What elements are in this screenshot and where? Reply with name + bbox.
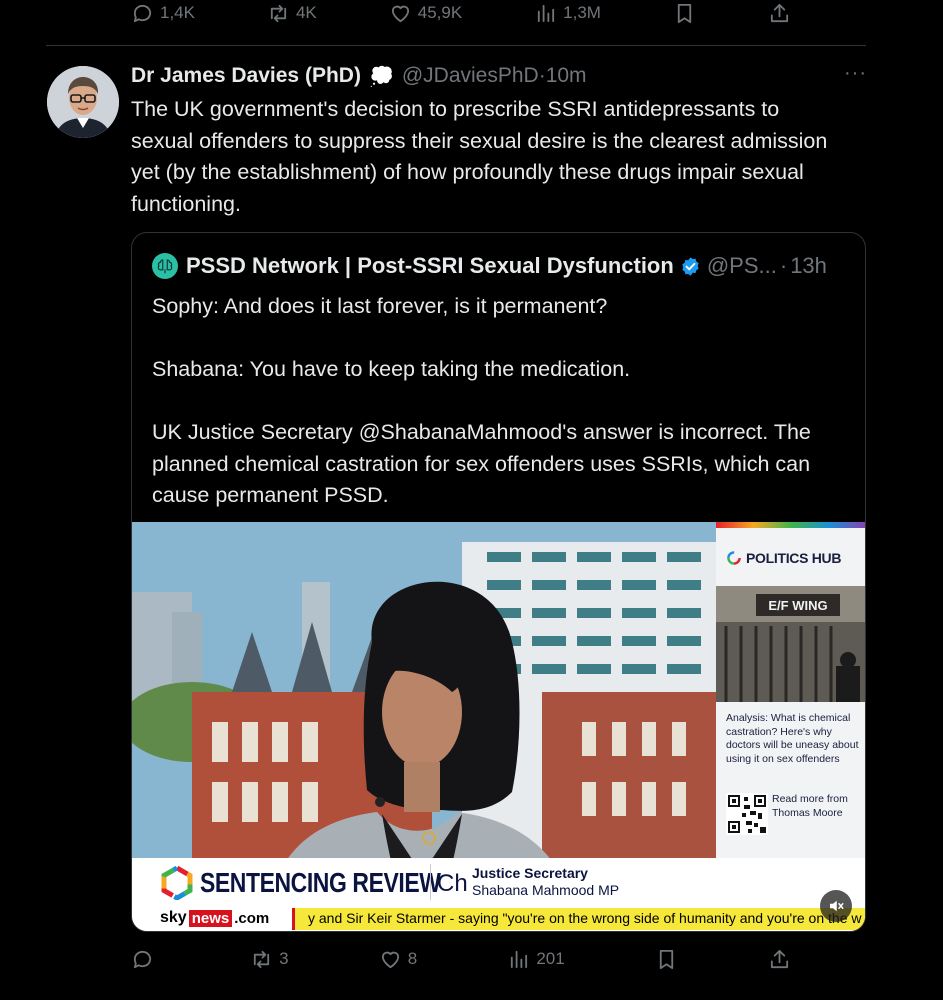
views-count: 201 <box>536 949 565 968</box>
quote-paragraph: Shabana: You have to keep taking the med… <box>152 357 631 381</box>
quote-text: Sophy: And does it last forever, is it p… <box>152 291 852 512</box>
person-role: Justice Secretary <box>472 865 588 881</box>
quote-handle: @PS... <box>706 253 777 278</box>
quote-author-name: PSSD Network | Post-SSRI Sexual Dysfunct… <box>186 253 674 278</box>
sign-text: E/F WING <box>768 598 827 613</box>
like-button[interactable]: 8 <box>379 948 417 971</box>
analysis-text: Analysis: What is chemical castration? H… <box>726 712 859 765</box>
quote-avatar[interactable] <box>152 253 178 279</box>
like-count: 8 <box>407 949 418 968</box>
views-button[interactable]: 201 <box>507 948 565 971</box>
quote-paragraph: UK Justice Secretary @ShabanaMahmood's a… <box>152 420 811 507</box>
thought-bubble-icon: 💭 <box>368 65 394 88</box>
politics-hub-panel: POLITICS HUB E/F WING Analysis: What is … <box>716 522 865 858</box>
lower-third-title: SENTENCING REVIEW <box>200 867 441 898</box>
prison-wing-image: E/F WING <box>716 586 865 702</box>
share-icon <box>770 3 789 22</box>
reply-count: 1,4K <box>160 3 195 22</box>
reply-icon <box>133 4 152 22</box>
tweet-actions: 3 8 201 <box>131 944 791 974</box>
retweet-button[interactable]: 4K <box>267 2 317 25</box>
quote-header: PSSD Network | Post-SSRI Sexual Dysfunct… <box>152 253 827 279</box>
ticker-text: y and Sir Keir Starmer - saying "you're … <box>308 910 862 926</box>
reply-button[interactable] <box>131 948 160 971</box>
sky-news-logo: sky news .com <box>160 909 269 927</box>
quoted-tweet[interactable]: PSSD Network | Post-SSRI Sexual Dysfunct… <box>131 232 866 932</box>
sentencing-review-logo-icon <box>161 866 193 900</box>
qr-code-icon <box>726 793 768 835</box>
author-avatar[interactable] <box>47 66 119 138</box>
quote-separator: · <box>779 253 788 278</box>
speaker-muted-icon <box>830 900 844 912</box>
retweet-count: 3 <box>279 949 289 968</box>
previous-tweet-actions: 1,4K 4K 45,9K 1,3M <box>131 0 791 26</box>
politics-hub-label: POLITICS HUB <box>746 550 842 566</box>
verified-badge-icon <box>682 256 699 276</box>
retweet-icon <box>254 950 270 968</box>
dotcom-label: .com <box>234 909 270 927</box>
tweet-time[interactable]: 10m <box>546 64 587 88</box>
reply-button[interactable]: 1,4K <box>131 2 195 25</box>
like-count: 45,9K <box>417 3 463 22</box>
politics-hub-logo: POLITICS HUB <box>716 528 865 566</box>
read-more-text: Read more from Thomas Moore <box>772 793 848 819</box>
retweet-count: 4K <box>295 3 317 22</box>
bookmark-button[interactable] <box>673 2 696 25</box>
tweet-divider <box>46 45 866 46</box>
tweet-header: Dr James Davies (PhD) 💭 @JDaviesPhD · 10… <box>131 61 587 91</box>
news-label: news <box>188 909 233 927</box>
retweet-button[interactable]: 3 <box>250 948 289 971</box>
reply-icon <box>133 950 152 968</box>
share-button[interactable] <box>768 2 791 25</box>
sky-label: sky <box>160 909 187 926</box>
author-name[interactable]: Dr James Davies (PhD) <box>131 64 361 88</box>
views-icon <box>511 950 528 968</box>
bookmark-icon <box>677 3 692 23</box>
video-player[interactable]: POLITICS HUB E/F WING Analysis: What is … <box>132 522 865 931</box>
politics-hub-icon <box>727 551 741 565</box>
like-button[interactable]: 45,9K <box>389 2 462 25</box>
news-ticker: sky news .com y and Sir Keir Starmer - s… <box>132 906 865 931</box>
heart-icon <box>391 5 409 22</box>
ticker-bar: y and Sir Keir Starmer - saying "you're … <box>292 908 865 930</box>
lower-third-cut-text: Ch <box>437 870 468 897</box>
lower-third-divider <box>430 864 431 900</box>
views-count: 1,3M <box>563 3 601 22</box>
bookmark-button[interactable] <box>655 948 678 971</box>
share-icon <box>770 949 789 968</box>
brain-icon <box>157 259 173 274</box>
share-button[interactable] <box>768 948 791 971</box>
tweet-text: The UK government's decision to prescrib… <box>131 97 828 216</box>
person-name: Shabana Mahmood MP <box>472 882 620 898</box>
author-handle[interactable]: @JDaviesPhD <box>402 64 539 88</box>
views-icon <box>538 4 555 22</box>
heart-icon <box>381 951 399 968</box>
bookmark-icon <box>659 949 673 969</box>
mute-button[interactable] <box>820 890 852 922</box>
separator: · <box>538 64 546 87</box>
views-button[interactable]: 1,3M <box>534 2 601 25</box>
retweet-icon <box>270 4 287 22</box>
lower-third-banner: SENTENCING REVIEW Ch Justice Secretary S… <box>132 858 865 906</box>
quote-time: 13h <box>790 253 827 278</box>
more-options-icon[interactable]: ··· <box>844 63 866 86</box>
quote-paragraph: Sophy: And does it last forever, is it p… <box>152 294 608 318</box>
